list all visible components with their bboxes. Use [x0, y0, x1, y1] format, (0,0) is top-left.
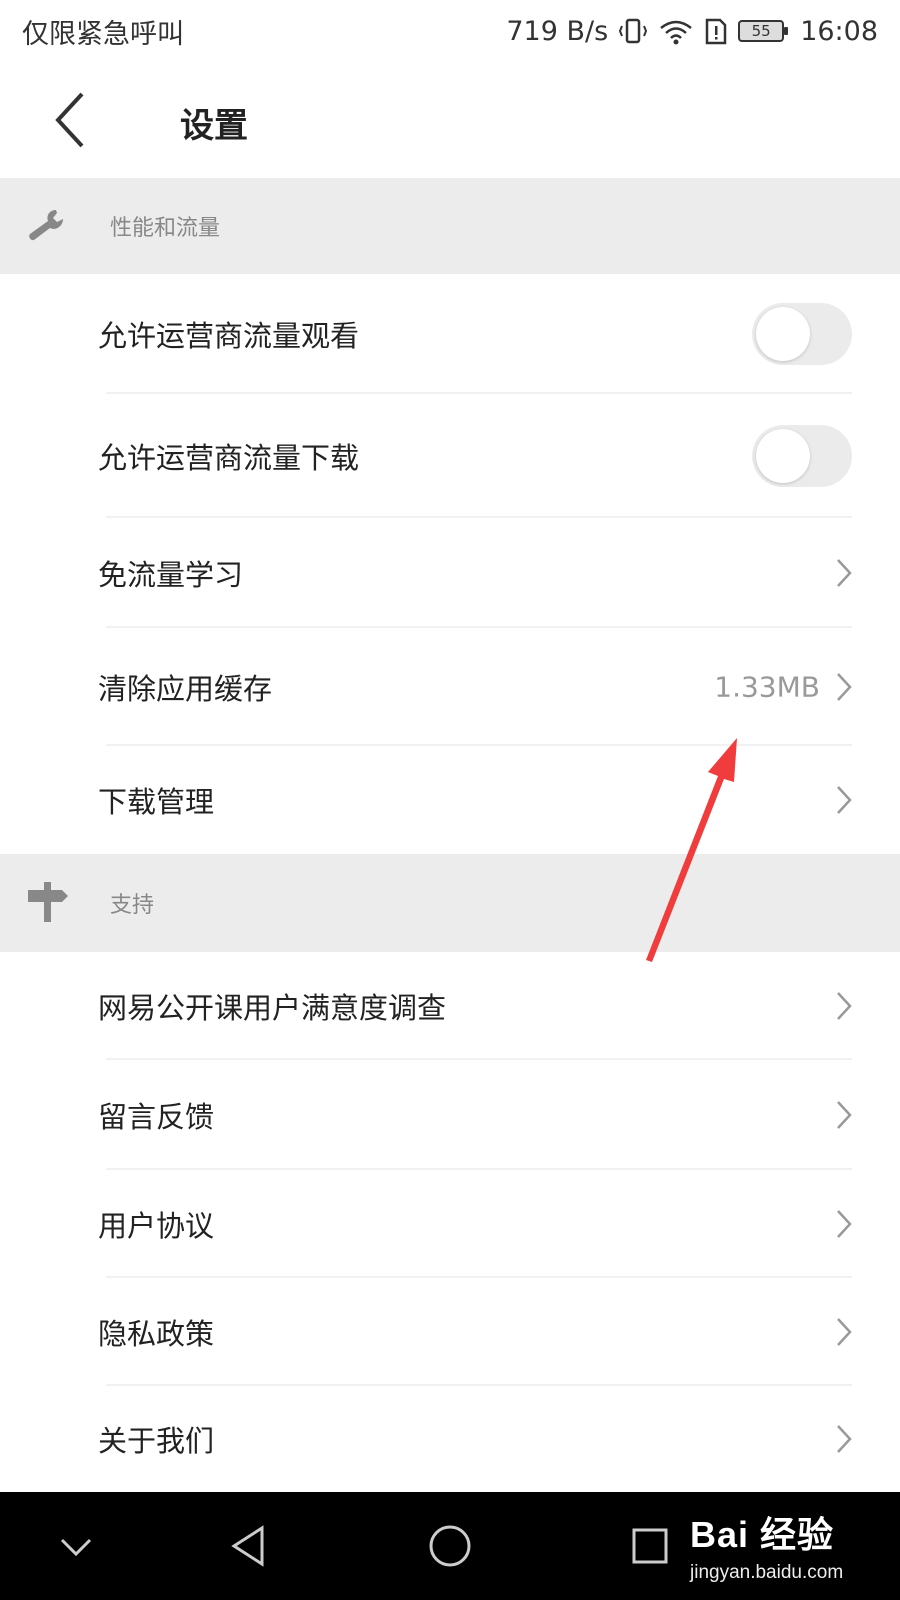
- circle-home-icon: [429, 1525, 471, 1567]
- row-label: 下载管理: [98, 785, 215, 819]
- row-label: 清除应用缓存: [98, 672, 273, 706]
- section-support: 支持: [0, 854, 900, 952]
- row-about-us[interactable]: 关于我们: [0, 1386, 900, 1492]
- row-satisfaction-survey[interactable]: 网易公开课用户满意度调查: [0, 952, 900, 1060]
- row-label: 允许运营商流量观看: [98, 319, 360, 353]
- chevron-right-icon: [837, 1425, 852, 1453]
- row-clear-cache[interactable]: 清除应用缓存 1.33MB: [0, 628, 900, 746]
- row-privacy-policy[interactable]: 隐私政策: [0, 1278, 900, 1386]
- row-allow-cellular-watch[interactable]: 允许运营商流量观看: [0, 274, 900, 394]
- section-label: 性能和流量: [110, 216, 221, 241]
- nav-back-button[interactable]: [220, 1516, 280, 1576]
- nav-recents-button[interactable]: [620, 1516, 680, 1576]
- chevron-right-icon: [837, 1210, 852, 1238]
- clock: 16:08: [800, 15, 878, 47]
- row-label: 用户协议: [98, 1209, 215, 1243]
- chevron-right-icon: [837, 1318, 852, 1346]
- chevron-left-icon: [55, 92, 84, 148]
- cache-size: 1.33MB: [714, 670, 820, 704]
- chevron-down-icon: [60, 1538, 92, 1557]
- square-recents-icon: [632, 1528, 668, 1564]
- app-header: 设置: [0, 62, 900, 178]
- status-icons: 719 B/s 55 16:08: [506, 16, 878, 47]
- signpost-icon: [28, 882, 68, 922]
- row-download-management[interactable]: 下载管理: [0, 746, 900, 854]
- status-bar: 仅限紧急呼叫 719 B/s 55 16:08: [0, 0, 900, 62]
- carrier-text: 仅限紧急呼叫: [22, 18, 184, 50]
- row-free-data-learning[interactable]: 免流量学习: [0, 518, 900, 628]
- vibrate-icon: [618, 16, 648, 46]
- row-label: 允许运营商流量下载: [98, 441, 360, 475]
- row-label: 免流量学习: [98, 558, 244, 592]
- back-button[interactable]: [48, 88, 98, 152]
- net-speed: 719 B/s: [506, 15, 609, 47]
- wifi-icon: [658, 16, 694, 46]
- nav-home-button[interactable]: [420, 1516, 480, 1576]
- row-label: 隐私政策: [98, 1317, 215, 1351]
- sim-alert-icon: [704, 16, 728, 46]
- row-user-agreement[interactable]: 用户协议: [0, 1170, 900, 1278]
- toggle-switch[interactable]: [752, 425, 852, 487]
- toggle-switch[interactable]: [752, 303, 852, 365]
- chevron-right-icon: [837, 673, 852, 701]
- row-label: 关于我们: [98, 1424, 215, 1458]
- toggle-knob: [756, 307, 810, 361]
- row-label: 留言反馈: [98, 1100, 215, 1134]
- row-feedback[interactable]: 留言反馈: [0, 1060, 900, 1170]
- baidu-watermark: Bai 经验 jingyan.baidu.com: [690, 1506, 843, 1584]
- triangle-back-icon: [231, 1525, 264, 1567]
- hide-keyboard-button[interactable]: [46, 1516, 106, 1576]
- battery-icon: 55: [738, 20, 789, 42]
- chevron-right-icon: [837, 992, 852, 1020]
- toggle-knob: [756, 429, 810, 483]
- wrench-icon: [29, 210, 63, 241]
- page-title: 设置: [180, 106, 248, 146]
- watermark-url: jingyan.baidu.com: [690, 1562, 844, 1583]
- watermark-brand: Bai 经验: [690, 1514, 835, 1555]
- row-allow-cellular-download[interactable]: 允许运营商流量下载: [0, 394, 900, 518]
- section-performance: 性能和流量: [0, 178, 900, 274]
- chevron-right-icon: [837, 1101, 852, 1129]
- chevron-right-icon: [837, 559, 852, 587]
- chevron-right-icon: [837, 786, 852, 814]
- row-label: 网易公开课用户满意度调查: [98, 991, 447, 1025]
- section-label: 支持: [110, 893, 155, 918]
